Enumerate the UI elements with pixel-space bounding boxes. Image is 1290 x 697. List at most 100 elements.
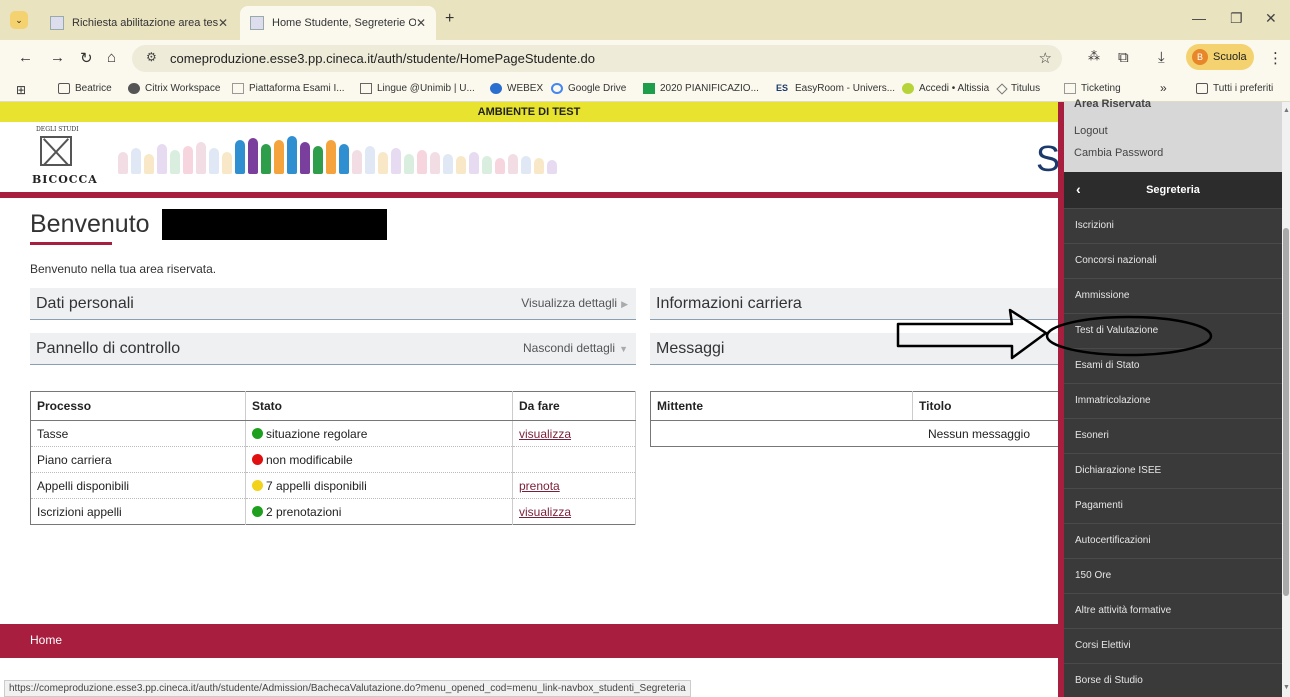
- folder-icon: [1196, 83, 1208, 94]
- scroll-up-arrow-icon[interactable]: ▲: [1283, 107, 1290, 114]
- person-figure: [482, 156, 492, 174]
- scroll-down-arrow-icon[interactable]: ▼: [1283, 684, 1290, 691]
- footer-bar: Home: [0, 624, 1058, 658]
- table-header-row: Mittente Titolo: [650, 391, 1060, 421]
- menu-item-immatricolazione[interactable]: Immatricolazione: [1064, 383, 1282, 418]
- person-figure: [469, 152, 479, 174]
- back-arrow-icon[interactable]: ←: [18, 49, 33, 66]
- person-figure: [274, 140, 284, 174]
- table-header-row: Processo Stato Da fare: [30, 391, 636, 421]
- menu-item-esoneri[interactable]: Esoneri: [1064, 418, 1282, 453]
- restore-icon[interactable]: ❐: [1230, 10, 1243, 27]
- bookmark-google-drive[interactable]: Google Drive: [551, 83, 626, 94]
- person-figure: [443, 154, 453, 174]
- site-header: DEGLI STUDI BICOCCA S: [0, 122, 1060, 192]
- menu-item-autocertificazioni[interactable]: Autocertificazioni: [1064, 523, 1282, 558]
- menu-item-concorsi-nazionali[interactable]: Concorsi nazionali: [1064, 243, 1282, 278]
- table-row: Piano carriera non modificabile: [30, 446, 636, 473]
- area-riservata-link[interactable]: Area Riservata: [1074, 98, 1151, 110]
- menu-item-altre-attivita[interactable]: Altre attività formative: [1064, 593, 1282, 628]
- url-text[interactable]: comeproduzione.esse3.pp.cineca.it/auth/s…: [170, 51, 595, 66]
- person-figure: [209, 148, 219, 174]
- extensions-icon[interactable]: ⧉: [1118, 49, 1129, 66]
- university-logo[interactable]: DEGLI STUDI BICOCCA: [30, 126, 97, 188]
- bookmarks-overflow-button[interactable]: »: [1160, 81, 1167, 95]
- scrollbar-thumb[interactable]: [1283, 228, 1289, 596]
- translate-icon[interactable]: ⁂: [1088, 49, 1100, 63]
- section-messages[interactable]: Messaggi: [650, 333, 1058, 365]
- person-figure: [248, 138, 258, 174]
- hide-details-link[interactable]: Nascondi dettagli ▼: [523, 341, 628, 355]
- bookmark-star-icon[interactable]: ☆: [1039, 49, 1052, 67]
- tab-home-studente[interactable]: Home Studente, Segreterie Onl ✕: [240, 6, 436, 40]
- logout-link[interactable]: Logout: [1074, 125, 1108, 137]
- bookmark-easyroom[interactable]: ES EasyRoom - Univers...: [776, 83, 895, 94]
- menu-item-dichiarazione-isee[interactable]: Dichiarazione ISEE: [1064, 453, 1282, 488]
- visualizza-link[interactable]: visualizza: [519, 505, 571, 519]
- header-divider: [0, 192, 1058, 198]
- person-figure: [118, 152, 128, 174]
- profile-button[interactable]: B Scuola: [1186, 44, 1254, 70]
- tab-title: Richiesta abilitazione area test: [72, 17, 218, 29]
- person-figure: [456, 156, 466, 174]
- section-control-panel[interactable]: Pannello di controllo Nascondi dettagli ▼: [30, 333, 636, 365]
- site-info-icon[interactable]: ⚙: [146, 50, 157, 64]
- collapse-triangle-icon: ▼: [619, 344, 628, 354]
- person-figure: [313, 146, 323, 174]
- person-figure: [378, 152, 388, 174]
- person-figure: [365, 146, 375, 174]
- close-icon[interactable]: ✕: [218, 16, 228, 30]
- tab-richiesta[interactable]: Richiesta abilitazione area test ✕: [40, 6, 238, 40]
- bookmark-pianificazione[interactable]: 2020 PIANIFICAZIO...: [643, 83, 759, 94]
- bookmark-beatrice[interactable]: Beatrice: [58, 83, 112, 94]
- side-menu-account-links: Area Riservata Logout Cambia Password: [1064, 98, 1282, 172]
- show-details-link[interactable]: Visualizza dettagli ▶: [521, 296, 628, 310]
- menu-item-ammissione[interactable]: Ammissione: [1064, 278, 1282, 313]
- plus-icon[interactable]: +: [445, 10, 454, 28]
- process-cell: Appelli disponibili: [30, 472, 246, 499]
- section-career-info[interactable]: Informazioni carriera: [650, 288, 1058, 320]
- table-row: Appelli disponibili 7 appelli disponibil…: [30, 472, 636, 499]
- status-dot-icon: [252, 505, 263, 517]
- browser-tab-bar: ⌄ Richiesta abilitazione area test ✕ Hom…: [0, 0, 1290, 40]
- tab-search-chevron-icon[interactable]: ⌄: [10, 11, 28, 29]
- status-cell: 7 appelli disponibili: [245, 472, 513, 499]
- menu-item-iscrizioni[interactable]: Iscrizioni: [1064, 208, 1282, 243]
- apps-grid-icon[interactable]: ⊞: [16, 83, 26, 97]
- bookmark-webex[interactable]: WEBEX: [490, 83, 543, 94]
- forward-arrow-icon[interactable]: →: [50, 49, 65, 66]
- change-password-link[interactable]: Cambia Password: [1074, 147, 1163, 159]
- status-cell: non modificabile: [245, 446, 513, 473]
- prenota-link[interactable]: prenota: [519, 479, 560, 493]
- bookmark-ticketing[interactable]: Ticketing: [1064, 83, 1121, 94]
- home-icon[interactable]: ⌂: [107, 49, 116, 66]
- person-figure: [131, 148, 141, 174]
- reload-icon[interactable]: ↻: [80, 49, 93, 67]
- visualizza-link[interactable]: visualizza: [519, 427, 571, 441]
- bookmark-altissia[interactable]: Accedi • Altissia: [902, 83, 989, 94]
- menu-item-150-ore[interactable]: 150 Ore: [1064, 558, 1282, 593]
- bookmark-piattaforma[interactable]: Piattaforma Esami I...: [232, 83, 345, 94]
- bookmark-citrix[interactable]: Citrix Workspace: [128, 83, 220, 94]
- bookmark-titulus[interactable]: Titulus: [996, 82, 1040, 95]
- close-icon[interactable]: ✕: [416, 16, 426, 30]
- address-bar[interactable]: ⚙ comeproduzione.esse3.pp.cineca.it/auth…: [132, 45, 1062, 72]
- person-figure: [430, 152, 440, 174]
- all-bookmarks-folder[interactable]: Tutti i preferiti: [1196, 83, 1273, 94]
- menu-item-corsi-elettivi[interactable]: Corsi Elettivi: [1064, 628, 1282, 663]
- menu-item-pagamenti[interactable]: Pagamenti: [1064, 488, 1282, 523]
- section-personal-data[interactable]: Dati personali Visualizza dettagli ▶: [30, 288, 636, 320]
- bookmark-lingue[interactable]: Lingue @Unimib | U...: [360, 83, 475, 94]
- download-icon[interactable]: ⤓: [1158, 49, 1165, 66]
- column-header: Titolo: [912, 391, 1060, 421]
- menu-item-test-di-valutazione[interactable]: Test di Valutazione: [1064, 313, 1282, 348]
- title-underline: [30, 242, 112, 245]
- minimize-icon[interactable]: —: [1192, 10, 1206, 26]
- menu-dots-icon[interactable]: ⋮: [1268, 49, 1283, 67]
- menu-item-esami-di-stato[interactable]: Esami di Stato: [1064, 348, 1282, 383]
- menu-item-borse-di-studio[interactable]: Borse di Studio: [1064, 663, 1282, 697]
- person-figure: [521, 156, 531, 174]
- close-window-icon[interactable]: ✕: [1265, 10, 1277, 27]
- footer-home-link[interactable]: Home: [30, 633, 62, 647]
- header-people-illustration: [118, 134, 618, 174]
